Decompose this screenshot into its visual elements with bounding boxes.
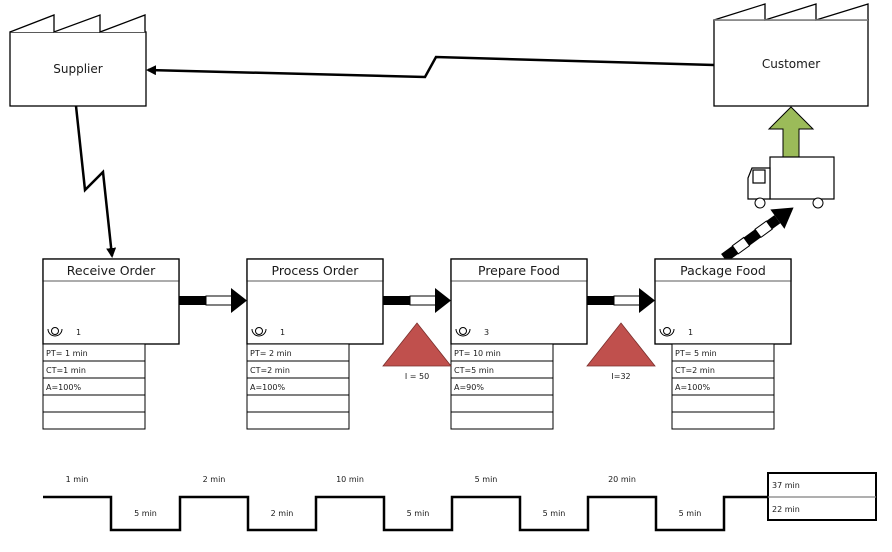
customer-label: Customer: [762, 57, 820, 71]
value-stream-map: Supplier Customer Receive Order 1 PT= 1 mi…: [9, 3, 877, 532]
timeline-wait-time: 5 min: [543, 509, 566, 518]
data-box-row: [450, 411, 554, 430]
data-box-row: [450, 394, 554, 413]
data-box-value: A=90%: [454, 383, 484, 392]
operator-count: 1: [688, 328, 693, 337]
truck-icon: [747, 156, 835, 209]
data-box-value: CT=5 min: [454, 366, 494, 375]
process-box[interactable]: Receive Order 1 PT= 1 min CT=1 min A=100%: [42, 258, 180, 430]
timeline-processing-time: 2 min: [203, 475, 226, 484]
process-title: Package Food: [680, 263, 766, 278]
supplier-factory[interactable]: Supplier: [9, 14, 147, 107]
push-arrow[interactable]: [179, 288, 247, 313]
process-title: Receive Order: [67, 263, 156, 278]
process-box[interactable]: Prepare Food 3 PT= 10 min CT=5 min A=90%: [450, 258, 588, 430]
customer-factory[interactable]: Customer: [713, 3, 869, 107]
supplier-roof-icon: [9, 14, 146, 33]
electronic-info-flow-supplier-to-receive-order[interactable]: [74, 105, 117, 258]
data-box-row: [42, 411, 146, 430]
inventory-triangle[interactable]: I=32: [586, 322, 656, 381]
supplier-label: Supplier: [53, 62, 103, 76]
inventory-label: I=32: [611, 372, 630, 381]
process-title: Prepare Food: [478, 263, 560, 278]
total-lead-time: 37 min: [772, 481, 800, 490]
data-box-value: CT=2 min: [675, 366, 715, 375]
data-box-value: PT= 1 min: [46, 349, 88, 358]
inventory-label: I = 50: [405, 372, 429, 381]
total-processing-time: 22 min: [772, 505, 800, 514]
shipment-arrow-icon: [767, 106, 815, 158]
timeline-processing-time: 20 min: [608, 475, 636, 484]
data-box-row: [246, 394, 350, 413]
timeline-processing-time: 1 min: [66, 475, 89, 484]
timeline-wait-time: 5 min: [134, 509, 157, 518]
timeline-wait-time: 5 min: [407, 509, 430, 518]
timeline-wait-time: 5 min: [679, 509, 702, 518]
data-box-value: CT=1 min: [46, 366, 86, 375]
process-box[interactable]: Process Order 1 PT= 2 min CT=2 min A=100%: [246, 258, 384, 430]
timeline-processing-time: 5 min: [475, 475, 498, 484]
inventory-icon: [382, 322, 452, 367]
process-box[interactable]: Package Food 1 PT= 5 min CT=2 min A=100%: [654, 258, 792, 430]
inventory-icon: [586, 322, 656, 367]
timeline-wait-time: 2 min: [271, 509, 294, 518]
process-title: Process Order: [272, 263, 360, 278]
data-box-value: PT= 5 min: [675, 349, 717, 358]
inventory-triangle[interactable]: I = 50: [382, 322, 452, 381]
push-arrow[interactable]: [383, 288, 451, 313]
push-arrow[interactable]: [587, 288, 655, 313]
timeline-processing-time: 10 min: [336, 475, 364, 484]
data-box-value: A=100%: [46, 383, 81, 392]
electronic-info-flow-customer-to-supplier[interactable]: [146, 55, 715, 79]
data-box-value: A=100%: [250, 383, 285, 392]
operator-count: 1: [280, 328, 285, 337]
data-box-value: PT= 2 min: [250, 349, 292, 358]
timeline-ladder: 1 min 2 min 10 min 5 min 20 min 5 min 2 min 5 m…: [43, 472, 877, 532]
data-box-row: [671, 394, 775, 413]
operator-count: 1: [76, 328, 81, 337]
data-box-row: [671, 411, 775, 430]
data-box-value: CT=2 min: [250, 366, 290, 375]
data-box-row: [42, 394, 146, 413]
data-box-value: PT= 10 min: [454, 349, 501, 358]
data-box-value: A=100%: [675, 383, 710, 392]
data-box-row: [246, 411, 350, 430]
operator-count: 3: [484, 328, 489, 337]
customer-roof-icon: [713, 3, 869, 21]
